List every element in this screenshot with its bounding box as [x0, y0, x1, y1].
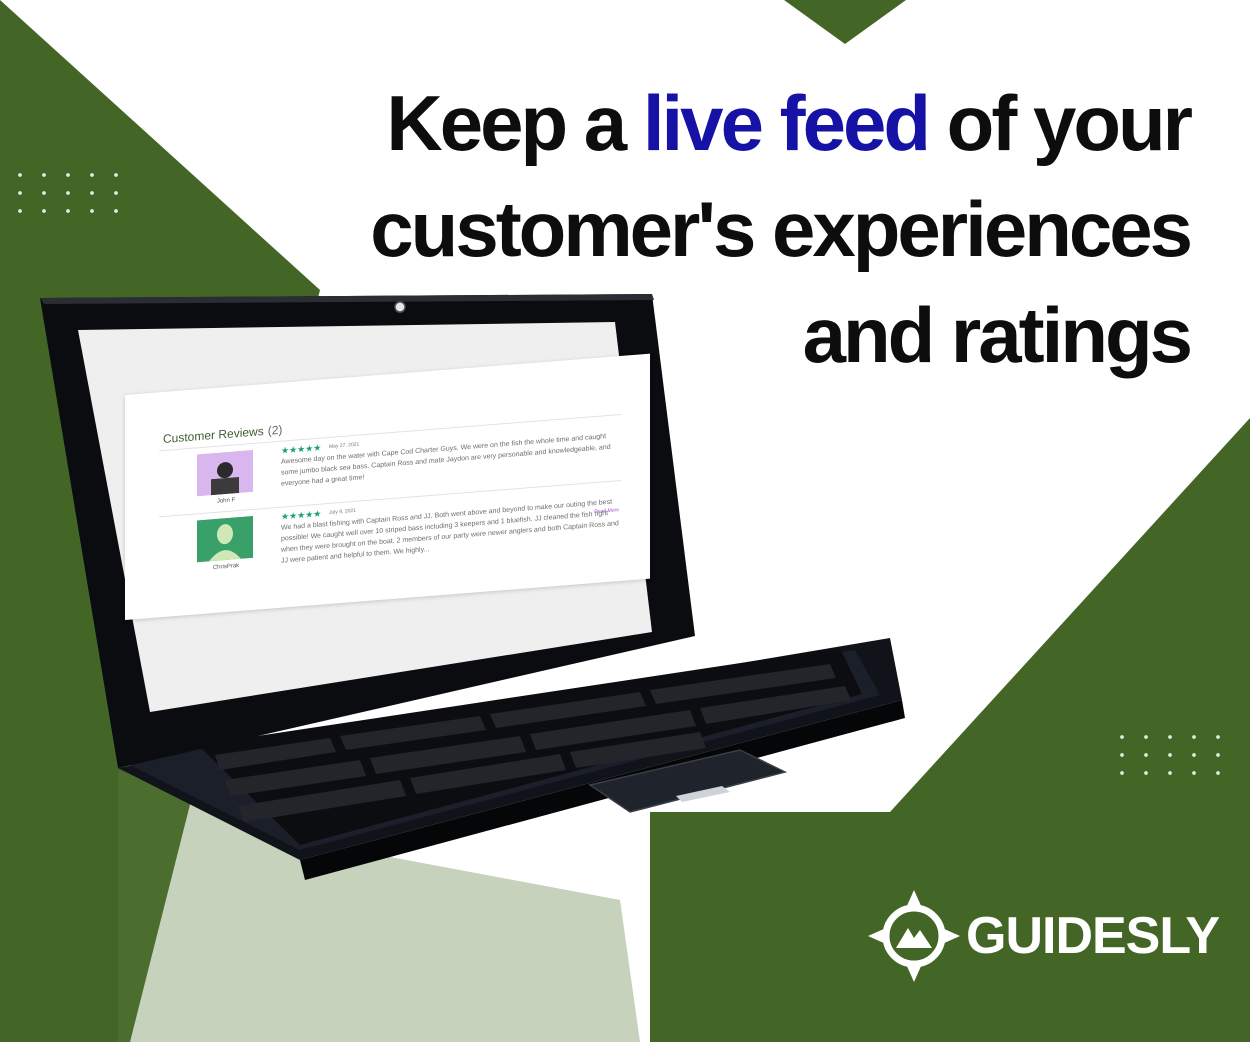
webcam-icon — [394, 301, 406, 313]
review-text: We had a blast fishing with Captain Ross… — [281, 498, 619, 565]
review-date: July 9, 2021 — [329, 507, 356, 516]
review-text: Awesome day on the water with Cape Cod C… — [281, 433, 611, 488]
reviews-count: (2) — [267, 422, 283, 438]
screen-content: Customer Reviews (2) John F ★★★★★ May 27,… — [125, 353, 655, 625]
avatar-icon — [197, 449, 253, 497]
customer-reviews-card: Customer Reviews (2) John F ★★★★★ May 27,… — [125, 353, 650, 620]
guidesly-logo: GUIDESLY — [866, 888, 1220, 984]
ad-banner: Keep a live feed of your customer's expe… — [0, 0, 1250, 1042]
brand-name: GUIDESLY — [966, 907, 1220, 965]
review-author: John F — [216, 497, 236, 505]
review-author: ChrisPrak — [212, 563, 240, 572]
avatar-icon — [197, 515, 253, 563]
compass-logo-icon — [868, 890, 960, 982]
review-date: May 27, 2021 — [329, 441, 360, 450]
